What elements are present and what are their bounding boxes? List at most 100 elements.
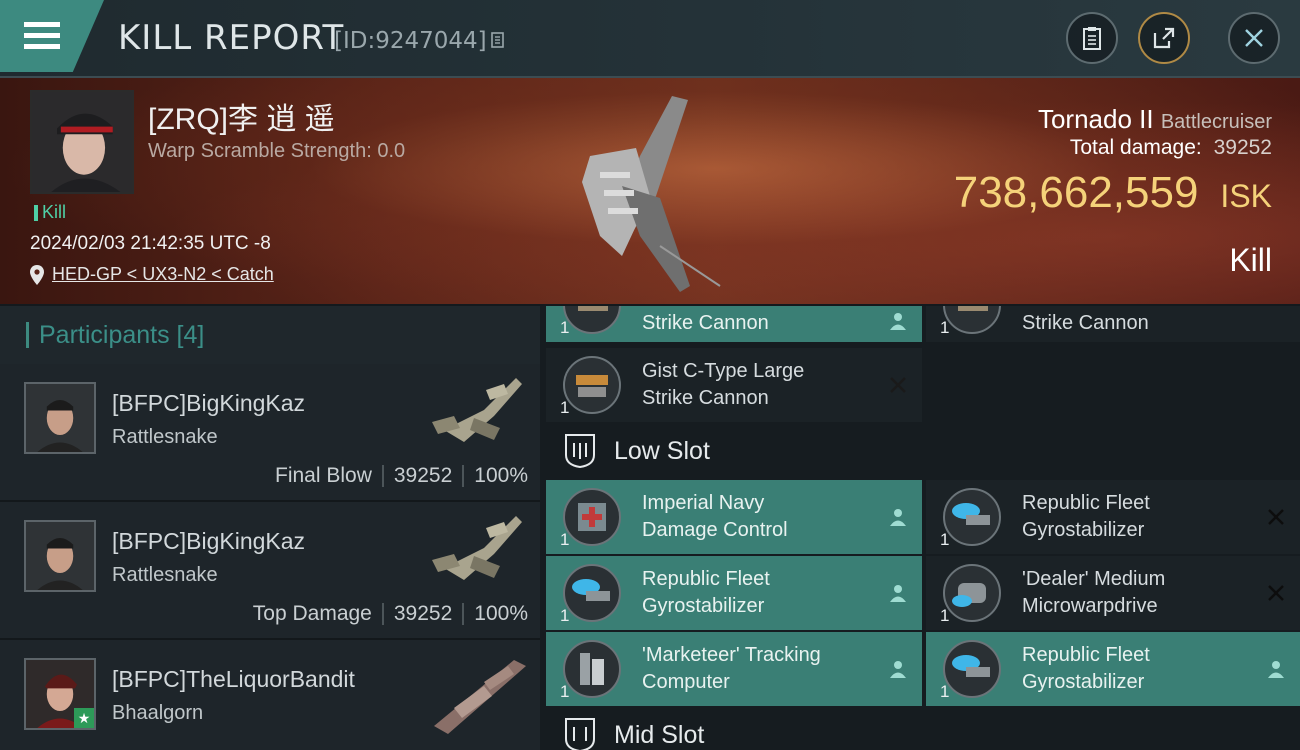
participant-row[interactable]: ★ [BFPC]TheLiquorBandit Bhaalgorn: [0, 640, 540, 750]
pilot-icon: [890, 585, 906, 602]
module-icon: [940, 306, 1004, 337]
participant-name[interactable]: [BFPC]BigKingKaz: [112, 528, 305, 555]
module-icon: [560, 561, 624, 625]
total-damage: Total damage: 39252: [1070, 136, 1272, 160]
low-slot-header: Low Slot: [546, 422, 1300, 480]
module-quantity: 1: [560, 318, 570, 337]
participant-name[interactable]: [BFPC]TheLiquorBandit: [112, 666, 355, 693]
isk-value: 738,662,559 ISK: [954, 168, 1272, 218]
participants-header: Participants [4]: [0, 306, 540, 364]
module-item[interactable]: 1 Strike Cannon: [546, 306, 922, 342]
module-name: Republic Fleet Gyrostabilizer: [642, 566, 852, 620]
result-label: Kill: [1229, 242, 1272, 278]
module-item[interactable]: 1 'Marketeer' Tracking Computer: [546, 632, 922, 706]
fitting-modules-panel: 1 Strike Cannon 1 Strike Cannon 1 Gist C: [540, 306, 1300, 750]
menu-button[interactable]: [0, 0, 104, 72]
module-icon: [940, 637, 1004, 701]
avatar: [24, 520, 96, 592]
module-quantity: 1: [940, 318, 950, 337]
module-quantity: 1: [940, 682, 950, 701]
module-name-line: Microwarpdrive: [1022, 595, 1158, 617]
isk-amount: 738,662,559: [953, 168, 1199, 217]
module-name-line: Computer: [642, 671, 730, 693]
kill-tag: Kill: [34, 202, 66, 223]
avatar: ★: [24, 658, 96, 730]
participant-row[interactable]: [BFPC]BigKingKaz Rattlesnake Final Blow …: [0, 364, 540, 502]
kill-summary-banner: [ZRQ]李 逍 遥 Warp Scramble Strength: 0.0 K…: [0, 78, 1300, 304]
rattlesnake-ship-icon: [432, 516, 522, 580]
close-button[interactable]: [1228, 12, 1280, 64]
module-name-line: Gyrostabilizer: [1022, 671, 1145, 693]
hamburger-icon: [24, 22, 60, 49]
total-damage-value: 39252: [1213, 136, 1272, 159]
cannon-icon: [943, 306, 1001, 334]
divider: [462, 603, 465, 625]
participants-panel: Participants [4] [BFPC]BigKingKaz Rattle…: [0, 306, 540, 750]
module-name-line: Strike Cannon: [642, 387, 769, 409]
damage-control-icon: [563, 488, 621, 546]
kill-datetime: 2024/02/03 21:42:35 UTC -8: [30, 233, 271, 254]
location-link[interactable]: HED-GP < UX3-N2 < Catch: [52, 264, 274, 285]
module-quantity: 1: [560, 606, 570, 625]
module-icon: [560, 637, 624, 701]
module-quantity: 1: [940, 530, 950, 549]
module-item[interactable]: 1 Imperial Navy Damage Control: [546, 480, 922, 554]
participant-role: Top Damage: [252, 602, 372, 625]
participant-ship: Rattlesnake: [112, 426, 218, 448]
destroyed-x-icon: [1268, 585, 1284, 601]
destroyed-x-icon: [890, 377, 906, 393]
divider: [381, 465, 384, 487]
mid-slot-header: Mid Slot: [546, 706, 1300, 750]
module-name-line: 'Dealer' Medium: [1022, 568, 1166, 590]
isk-unit: ISK: [1220, 178, 1272, 214]
module-name: Strike Cannon: [1022, 311, 1149, 334]
rattlesnake-ship-icon: [432, 378, 522, 442]
victim-ship[interactable]: Tornado II Battlecruiser: [1038, 104, 1272, 135]
module-item[interactable]: 1 'Dealer' Medium Microwarpdrive: [926, 556, 1300, 630]
star-badge-icon: ★: [74, 708, 94, 728]
module-name: Gist C-Type Large Strike Cannon: [642, 358, 852, 412]
share-button[interactable]: [1138, 12, 1190, 64]
report-id[interactable]: [ID:9247044]: [334, 28, 507, 54]
module-name-line: Republic Fleet: [1022, 644, 1150, 666]
victim-ship-class: Battlecruiser: [1160, 111, 1272, 133]
victim-ship-name: Tornado II: [1037, 104, 1154, 134]
module-icon: [560, 306, 624, 337]
participant-stats: Top Damage 39252 100%: [253, 602, 528, 626]
module-icon: [940, 485, 1004, 549]
share-icon: [1153, 27, 1175, 49]
gyrostabilizer-icon: [563, 564, 621, 622]
module-name-line: Republic Fleet: [642, 568, 770, 590]
mid-slot-icon: [565, 718, 595, 750]
participant-percent: 100%: [474, 464, 528, 487]
module-item[interactable]: 1 Strike Cannon: [926, 306, 1300, 342]
pilot-icon: [890, 313, 906, 331]
module-name-line: 'Marketeer' Tracking: [642, 644, 821, 666]
warp-scramble-strength: Warp Scramble Strength: 0.0: [148, 140, 406, 162]
kill-location[interactable]: HED-GP < UX3-N2 < Catch: [30, 264, 274, 285]
clipboard-button[interactable]: [1066, 12, 1118, 64]
participant-damage: 39252: [393, 602, 453, 625]
bhaalgorn-ship-icon: [434, 660, 526, 734]
pilot-portrait-image: [26, 522, 94, 590]
divider: [462, 465, 465, 487]
kill-tag-label: Kill: [42, 202, 67, 222]
module-name-line: Imperial Navy: [642, 492, 765, 514]
victim-portrait[interactable]: [30, 90, 134, 194]
participant-row[interactable]: [BFPC]BigKingKaz Rattlesnake Top Damage …: [0, 502, 540, 640]
tracking-computer-icon: [563, 640, 621, 698]
module-name: 'Marketeer' Tracking Computer: [642, 642, 852, 696]
module-item[interactable]: 1 Gist C-Type Large Strike Cannon: [546, 348, 922, 422]
module-item[interactable]: 1 Republic Fleet Gyrostabilizer: [926, 632, 1300, 706]
module-item[interactable]: 1 Republic Fleet Gyrostabilizer: [546, 556, 922, 630]
participant-name[interactable]: [BFPC]BigKingKaz: [112, 390, 305, 417]
module-item[interactable]: 1 Republic Fleet Gyrostabilizer: [926, 480, 1300, 554]
victim-name[interactable]: [ZRQ]李 逍 遥: [148, 94, 335, 138]
module-name-line: Republic Fleet: [1022, 492, 1150, 514]
participant-ship: Rattlesnake: [112, 564, 218, 586]
low-slot-icon: [565, 434, 595, 469]
module-name: Republic Fleet Gyrostabilizer: [1022, 642, 1232, 696]
participants-title: Participants [4]: [39, 320, 205, 349]
copy-icon[interactable]: [490, 32, 507, 50]
pilot-portrait-image: [26, 384, 94, 452]
